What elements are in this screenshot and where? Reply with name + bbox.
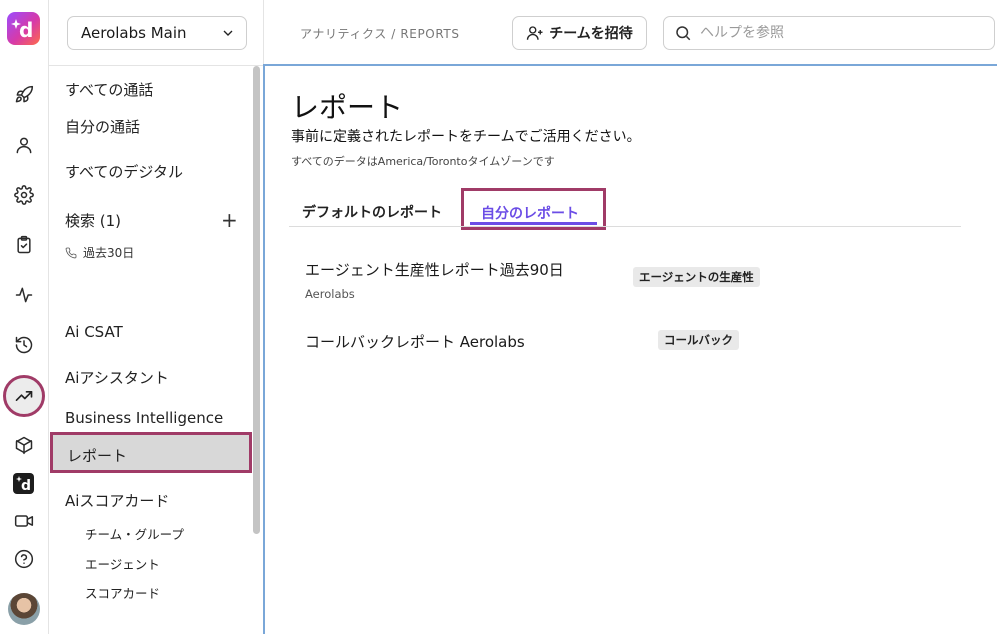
sidebar: Aerolabs Main すべての通話 自分の通話 すべてのデジタル 検索 (…	[49, 0, 264, 634]
report-owner: Aerolabs	[305, 287, 355, 301]
help-search-input[interactable]	[700, 25, 980, 41]
sidebar-item-ai-csat[interactable]: Ai CSAT	[65, 323, 123, 341]
video-icon[interactable]	[12, 509, 36, 533]
gear-icon[interactable]	[12, 183, 36, 207]
sidebar-divider	[49, 65, 264, 66]
active-tab-indicator	[470, 222, 597, 225]
timezone-note: すべてのデータはAmerica/Torontoタイムゾーンです	[291, 155, 555, 168]
add-search-button[interactable]: +	[221, 210, 238, 230]
person-icon[interactable]	[12, 133, 36, 157]
report-row[interactable]: エージェント生産性レポート過去90日 Aerolabs エージェントの生産性	[305, 259, 945, 303]
tab-my-reports-label: 自分のレポート	[481, 206, 579, 222]
report-name[interactable]: コールバックレポート Aerolabs	[305, 331, 525, 352]
sidebar-item-all-calls[interactable]: すべての通話	[65, 79, 153, 100]
sidebar-item-reports-label: レポート	[67, 447, 128, 465]
report-row[interactable]: コールバックレポート Aerolabs コールバック	[305, 330, 945, 355]
user-plus-icon	[527, 26, 543, 40]
trending-up-icon[interactable]	[3, 375, 45, 417]
sidebar-item-search[interactable]: 検索 (1)	[65, 210, 121, 231]
saved-search-label: 過去30日	[83, 246, 135, 260]
icon-rail: d d	[0, 0, 49, 634]
svg-text:d: d	[21, 478, 31, 494]
saved-search-filter[interactable]: 過去30日	[65, 244, 134, 261]
main-panel: レポート 事前に定義されたレポートをチームでご活用ください。 すべてのデータはA…	[263, 64, 997, 634]
sidebar-item-ai-assistant[interactable]: Aiアシスタント	[65, 367, 169, 388]
help-search[interactable]	[663, 16, 995, 50]
workspace-name: Aerolabs Main	[81, 24, 187, 42]
avatar[interactable]	[8, 593, 40, 625]
report-name[interactable]: エージェント生産性レポート過去90日	[305, 259, 564, 280]
dialpad-icon[interactable]: d	[13, 473, 34, 494]
help-icon[interactable]	[12, 547, 36, 571]
tab-default-reports[interactable]: デフォルトのレポート	[302, 202, 442, 222]
page-subtitle: 事前に定義されたレポートをチームでご活用ください。	[291, 129, 641, 145]
clipboard-icon[interactable]	[12, 233, 36, 257]
chevron-down-icon	[223, 30, 233, 36]
cube-icon[interactable]	[12, 433, 36, 457]
sidebar-subitem-team-group[interactable]: チーム・グループ	[85, 524, 184, 543]
sidebar-item-all-digital[interactable]: すべてのデジタル	[65, 161, 183, 182]
sidebar-item-my-calls[interactable]: 自分の通話	[65, 116, 140, 137]
sidebar-scrollbar[interactable]	[253, 66, 260, 534]
breadcrumb: アナリティクス / REPORTS	[300, 27, 460, 41]
sidebar-subitem-agent[interactable]: エージェント	[85, 554, 160, 573]
search-icon	[676, 26, 691, 41]
tabs-divider	[289, 226, 961, 227]
svg-text:d: d	[19, 18, 33, 42]
report-category-badge: エージェントの生産性	[633, 267, 760, 287]
tab-my-reports[interactable]: 自分のレポート	[461, 188, 606, 230]
sidebar-item-business-intelligence[interactable]: Business Intelligence	[65, 409, 223, 427]
pulse-icon[interactable]	[12, 283, 36, 307]
sidebar-subitem-scorecard[interactable]: スコアカード	[85, 583, 160, 602]
report-category-badge: コールバック	[658, 330, 739, 350]
sidebar-item-ai-scorecard[interactable]: Aiスコアカード	[65, 490, 169, 511]
top-bar: アナリティクス / REPORTS チームを招待	[265, 0, 997, 65]
history-icon[interactable]	[12, 333, 36, 357]
sidebar-item-reports[interactable]: レポート	[50, 432, 252, 473]
rocket-icon[interactable]	[12, 83, 36, 107]
logo-icon[interactable]: d	[7, 12, 40, 45]
invite-team-label: チームを招待	[549, 26, 633, 42]
phone-icon	[65, 247, 77, 258]
workspace-select[interactable]: Aerolabs Main	[67, 16, 247, 50]
invite-team-button[interactable]: チームを招待	[512, 16, 647, 50]
page-title: レポート	[291, 91, 404, 124]
